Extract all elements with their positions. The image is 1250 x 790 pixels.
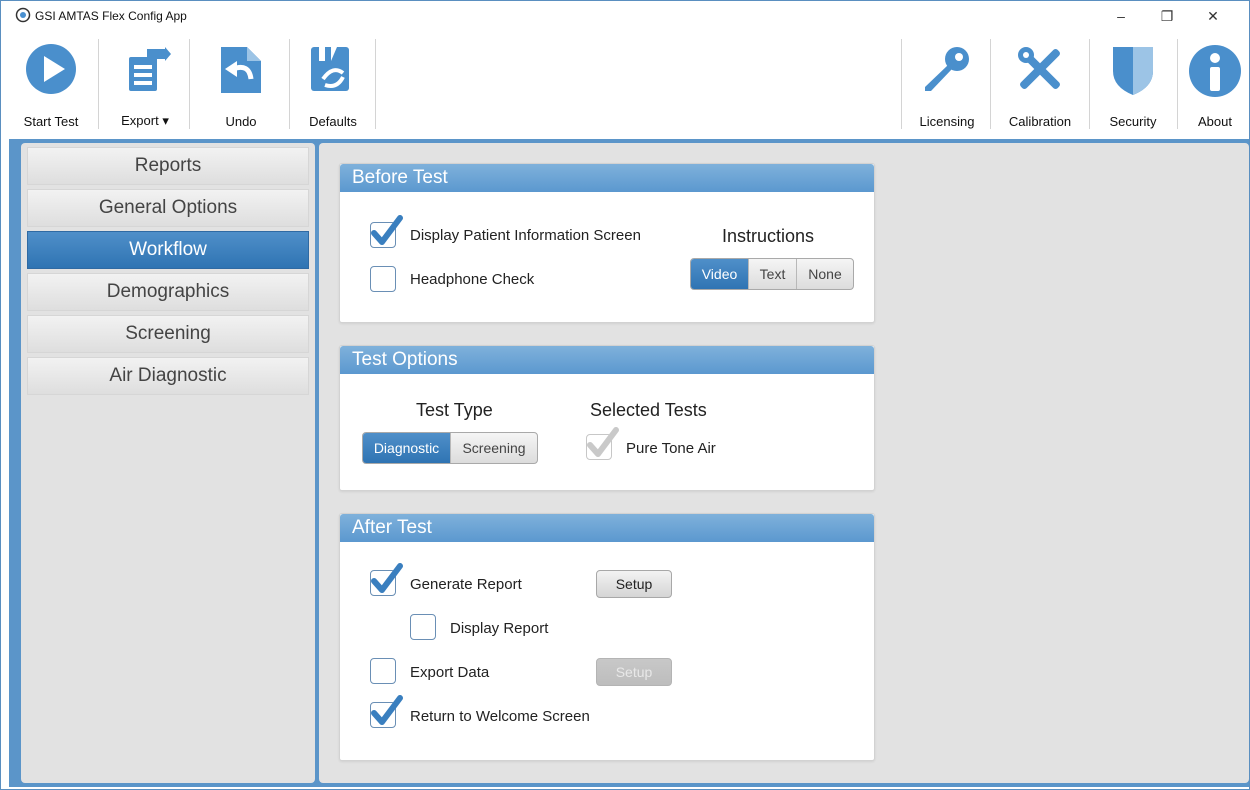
display-patient-info-checkbox[interactable] (370, 215, 403, 248)
shield-icon (1113, 47, 1153, 95)
display-report-label: Display Report (450, 620, 549, 637)
before-test-card: Before Test Display Patient Information … (339, 163, 875, 323)
chevron-down-icon: ▾ (162, 113, 169, 128)
toolbar-divider (289, 39, 290, 129)
licensing-label: Licensing (919, 114, 975, 129)
sidebar-item-workflow[interactable]: Workflow (27, 231, 309, 269)
start-test-label: Start Test (23, 114, 79, 129)
after-test-card: After Test Generate Report Setup Display… (339, 513, 875, 761)
after-test-header: After Test (340, 514, 874, 542)
generate-report-checkbox[interactable] (370, 563, 403, 596)
undo-label: Undo (225, 114, 257, 129)
checkmark-icon (371, 695, 403, 725)
pure-tone-air-checkbox[interactable] (586, 427, 619, 460)
test-options-card: Test Options Test Type Diagnostic Screen… (339, 345, 875, 491)
test-type-diagnostic-option[interactable]: Diagnostic (363, 433, 451, 463)
return-welcome-checkbox[interactable] (370, 695, 403, 728)
security-button[interactable]: Security (1093, 37, 1173, 131)
calibration-label: Calibration (1008, 114, 1072, 129)
content-panel: Before Test Display Patient Information … (319, 143, 1249, 783)
export-icon (129, 47, 171, 91)
instructions-segmented-control: Video Text None (690, 258, 854, 290)
sidebar-item-screening[interactable]: Screening (27, 315, 309, 353)
instructions-text-option[interactable]: Text (749, 259, 797, 289)
generate-report-label: Generate Report (410, 576, 522, 593)
toolbar-divider (98, 39, 99, 129)
return-welcome-label: Return to Welcome Screen (410, 708, 590, 725)
key-icon (925, 47, 969, 91)
export-data-checkbox[interactable] (370, 658, 396, 684)
sidebar: Reports General Options Workflow Demogra… (21, 143, 315, 783)
window-title: GSI AMTAS Flex Config App (35, 9, 187, 23)
test-type-segmented-control: Diagnostic Screening (362, 432, 538, 464)
sidebar-item-demographics[interactable]: Demographics (27, 273, 309, 311)
display-patient-info-label: Display Patient Information Screen (410, 227, 641, 244)
maximize-button[interactable]: ❐ (1144, 1, 1190, 31)
undo-icon (221, 47, 261, 93)
generate-report-setup-button[interactable]: Setup (596, 570, 672, 598)
export-data-label: Export Data (410, 664, 490, 681)
pure-tone-air-label: Pure Tone Air (626, 440, 716, 457)
about-label: About (1198, 114, 1232, 129)
instructions-video-option[interactable]: Video (691, 259, 749, 289)
app-logo-icon (15, 7, 31, 23)
checkmark-icon (371, 563, 403, 593)
toolbar-divider (1089, 39, 1090, 129)
toolbar: Start Test Export ▾ Undo Defaults Licens… (1, 31, 1249, 137)
sidebar-item-air-diagnostic[interactable]: Air Diagnostic (27, 357, 309, 395)
test-options-header: Test Options (340, 346, 874, 374)
toolbar-divider (990, 39, 991, 129)
security-label: Security (1109, 114, 1157, 129)
calibration-button[interactable]: Calibration (995, 37, 1085, 131)
tools-icon (1018, 47, 1060, 89)
test-type-screening-option[interactable]: Screening (451, 433, 537, 463)
toolbar-divider (189, 39, 190, 129)
headphone-check-checkbox[interactable] (370, 266, 396, 292)
sidebar-item-general-options[interactable]: General Options (27, 189, 309, 227)
defaults-button[interactable]: Defaults (295, 37, 371, 131)
sidebar-item-reports[interactable]: Reports (27, 147, 309, 185)
defaults-icon (311, 47, 349, 91)
defaults-label: Defaults (309, 114, 357, 129)
toolbar-divider (1177, 39, 1178, 129)
toolbar-divider (901, 39, 902, 129)
export-button[interactable]: Export ▾ (105, 37, 185, 131)
minimize-button[interactable]: – (1098, 1, 1144, 31)
export-data-setup-button[interactable]: Setup (596, 658, 672, 686)
licensing-button[interactable]: Licensing (907, 37, 987, 131)
instructions-heading: Instructions (722, 226, 815, 246)
export-label: Export ▾ (121, 113, 169, 128)
test-type-heading: Test Type (416, 400, 493, 420)
app-window: GSI AMTAS Flex Config App – ❐ ✕ Start Te… (0, 0, 1250, 790)
close-button[interactable]: ✕ (1190, 1, 1236, 31)
checkmark-icon (587, 427, 619, 457)
checkmark-icon (371, 215, 403, 245)
info-icon (1189, 45, 1241, 97)
display-report-checkbox[interactable] (410, 614, 436, 640)
start-test-button[interactable]: Start Test (11, 37, 91, 131)
selected-tests-heading: Selected Tests (590, 400, 707, 420)
headphone-check-label: Headphone Check (410, 271, 535, 288)
toolbar-divider (375, 39, 376, 129)
about-button[interactable]: About (1183, 37, 1247, 131)
instructions-none-option[interactable]: None (797, 259, 853, 289)
before-test-header: Before Test (340, 164, 874, 192)
play-icon (26, 44, 76, 94)
undo-button[interactable]: Undo (197, 37, 285, 131)
title-bar: GSI AMTAS Flex Config App – ❐ ✕ (1, 1, 1249, 31)
